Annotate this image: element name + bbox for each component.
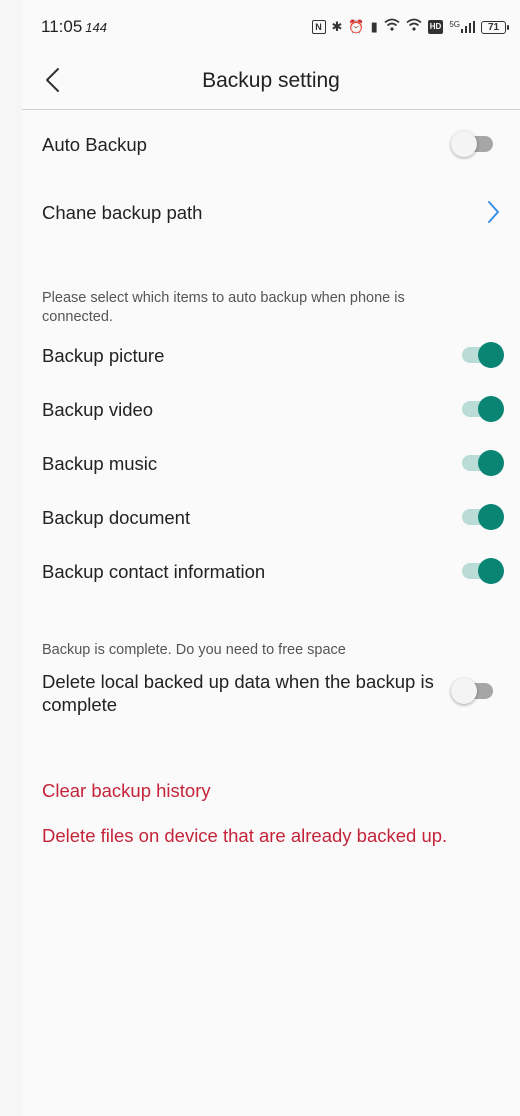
free-space-hint: Backup is complete. Do you need to free … [42, 642, 346, 658]
nfc-icon: N [311, 20, 326, 34]
auto-backup-label: Auto Backup [42, 134, 147, 155]
auto-backup-toggle[interactable] [451, 128, 497, 158]
backup-picture-toggle[interactable] [458, 339, 504, 369]
hd-icon: HD [427, 20, 444, 34]
status-bar: 11:05 144 N ✱ ⏰ ▮ HD 5G 71 [0, 0, 520, 56]
backup-document-label: Backup document [42, 507, 191, 528]
status-icons: N ✱ ⏰ ▮ HD 5G 71 [311, 18, 509, 36]
vibrate-icon: ▮ [370, 19, 378, 34]
delete-files-button[interactable]: Delete files on device that are already … [42, 825, 447, 847]
toggle-knob [478, 396, 504, 422]
backup-contact-label: Backup contact information [42, 561, 266, 582]
wifi-icon [384, 18, 400, 36]
backup-video-toggle[interactable] [458, 393, 504, 423]
app-header: Backup setting [22, 56, 520, 110]
backup-document-toggle[interactable] [458, 501, 504, 531]
toggle-knob [478, 504, 504, 530]
toggle-knob [478, 558, 504, 584]
chevron-right-icon[interactable] [485, 199, 501, 225]
delete-local-toggle[interactable] [451, 675, 497, 705]
wifi-icon [406, 18, 422, 36]
toggle-knob [478, 342, 504, 368]
toggle-knob [451, 678, 477, 704]
signal-icon: 5G [449, 21, 475, 33]
backup-contact-toggle[interactable] [458, 555, 504, 585]
backup-music-label: Backup music [42, 453, 158, 474]
backup-picture-label: Backup picture [42, 345, 165, 366]
refresh-rate: 144 [85, 20, 107, 35]
bluetooth-icon: ✱ [331, 19, 343, 34]
items-hint: Please select which items to auto backup… [42, 290, 405, 325]
backup-video-label: Backup video [42, 399, 154, 420]
toggle-knob [478, 450, 504, 476]
delete-local-label: Delete local backed up data when the bac… [42, 671, 434, 715]
settings-panel [22, 0, 520, 1116]
alarm-icon: ⏰ [348, 19, 365, 34]
battery-icon: 71 [481, 20, 509, 34]
backup-music-toggle[interactable] [458, 447, 504, 477]
toggle-knob [451, 131, 477, 157]
page-title: Backup setting [202, 69, 340, 92]
clear-history-button[interactable]: Clear backup history [42, 780, 211, 802]
backup-path-label[interactable]: Chane backup path [42, 202, 202, 224]
status-time: 11:05 144 [41, 17, 107, 36]
